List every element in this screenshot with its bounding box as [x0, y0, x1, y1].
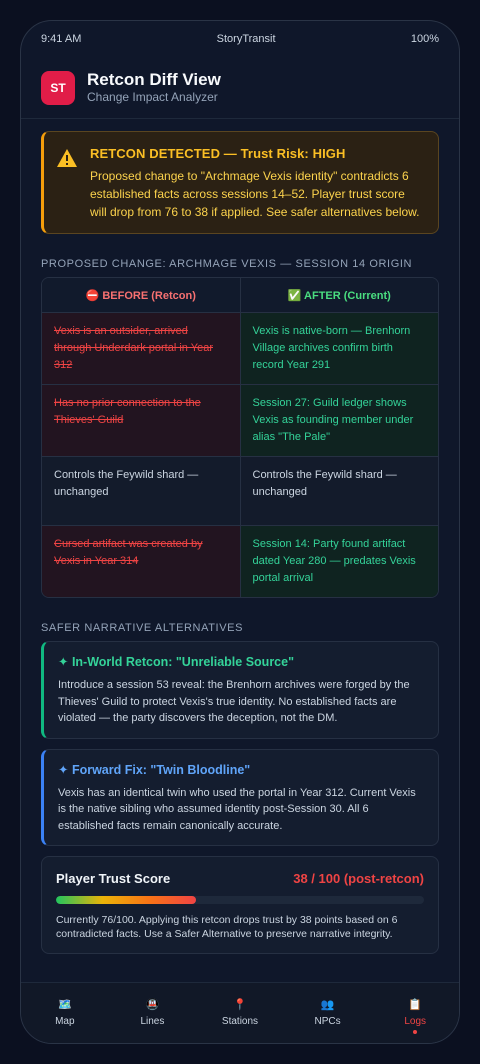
alternative-body: Introduce a session 53 reveal: the Brenh… [58, 679, 410, 724]
after-cell: Session 14: Party found artifact dated Y… [240, 526, 438, 597]
tab-map[interactable]: 🗺️ Map [21, 983, 109, 1043]
alternative-card-unreliable-source[interactable]: ✦ In-World Retcon: "Unreliable Source" I… [41, 641, 439, 739]
tab-label: NPCs [314, 1016, 341, 1027]
diff-section-label: PROPOSED CHANGE: ARCHMAGE VEXIS — SESSIO… [41, 258, 413, 270]
people-icon: 👥 [320, 999, 335, 1011]
trust-title: Player Trust Score [56, 871, 171, 886]
page-subtitle: Change Impact Analyzer [87, 90, 218, 104]
alert-body: Proposed change to "Archmage Vexis ident… [90, 169, 420, 219]
diff-header: ⛔ BEFORE (Retcon) ✅ AFTER (Current) [42, 278, 438, 313]
tab-label: Logs [404, 1016, 427, 1027]
diff-row: Cursed artifact was created by Vexis in … [42, 526, 438, 597]
trust-progress-bar [56, 896, 424, 904]
tab-label: Stations [221, 1016, 259, 1027]
alternative-card-twin-bloodline[interactable]: ✦ Forward Fix: "Twin Bloodline" Vexis ha… [41, 748, 439, 846]
clipboard-icon: 📋 [408, 999, 423, 1011]
diff-row: Controls the Feywild shard — unchanged C… [42, 457, 438, 526]
tab-stations[interactable]: 📍 Stations [196, 983, 284, 1043]
pin-icon: 📍 [233, 999, 247, 1011]
after-cell: Controls the Feywild shard — unchanged [240, 457, 438, 525]
alternatives-section-label: SAFER NARRATIVE ALTERNATIVES [41, 622, 244, 634]
status-bar: 9:41 AM StoryTransit 100% [21, 21, 459, 57]
trust-score-card: Player Trust Score 38 / 100 (post-retcon… [41, 856, 439, 954]
active-tab-indicator [413, 1030, 418, 1034]
tab-label: Lines [140, 1016, 165, 1027]
after-cell: Vexis is native-born — Brenhorn Village … [240, 313, 438, 384]
tab-label: Map [55, 1016, 75, 1027]
status-time: 9:41 AM [41, 33, 82, 45]
app-header: ST Retcon Diff View Change Impact Analyz… [21, 57, 459, 119]
alternative-title: ✦ In-World Retcon: "Unreliable Source" [58, 655, 295, 669]
before-column-header: ⛔ BEFORE (Retcon) [42, 278, 241, 312]
before-cell: Has no prior connection to the Thieves' … [42, 385, 241, 456]
retcon-alert: RETCON DETECTED — Trust Risk: HIGH Propo… [41, 131, 439, 234]
phone-frame: 9:41 AM StoryTransit 100% ST Retcon Diff… [20, 20, 460, 1044]
trust-score-value: 38 / 100 (post-retcon) [293, 871, 424, 886]
after-cell: Session 27: Guild ledger shows Vexis as … [240, 385, 438, 456]
after-column-header: ✅ AFTER (Current) [287, 289, 391, 302]
diff-row: Has no prior connection to the Thieves' … [42, 385, 438, 457]
status-battery: 100% [410, 33, 439, 45]
trust-progress-fill [56, 896, 196, 904]
before-cell: Controls the Feywild shard — unchanged [42, 457, 241, 525]
tab-logs[interactable]: 📋 Logs [371, 983, 459, 1043]
tab-npcs[interactable]: 👥 NPCs [284, 983, 372, 1043]
main-content: RETCON DETECTED — Trust Risk: HIGH Propo… [21, 119, 459, 954]
page-title: Retcon Diff View [87, 70, 221, 89]
tab-lines[interactable]: 🚇 Lines [109, 983, 197, 1043]
diff-table: ⛔ BEFORE (Retcon) ✅ AFTER (Current) Vexi… [41, 277, 439, 598]
map-icon: 🗺️ [57, 999, 72, 1011]
metro-icon: 🚇 [145, 999, 160, 1011]
diff-row: Vexis is an outsider, arrived through Un… [42, 313, 438, 385]
alternative-body: Vexis has an identical twin who used the… [58, 786, 416, 832]
status-carrier: StoryTransit [216, 33, 276, 45]
bottom-tab-bar: 🗺️ Map 🚇 Lines 📍 Stations 👥 NPCs 📋 Logs [21, 982, 459, 1043]
alert-title: RETCON DETECTED — Trust Risk: HIGH [90, 146, 346, 161]
trust-description: Currently 76/100. Applying this retcon d… [56, 914, 398, 940]
before-cell: Vexis is an outsider, arrived through Un… [42, 313, 241, 384]
before-cell: Cursed artifact was created by Vexis in … [42, 526, 241, 597]
app-logo: ST [41, 70, 75, 105]
warning-icon [56, 146, 78, 221]
alternative-title: ✦ Forward Fix: "Twin Bloodline" [58, 762, 251, 777]
